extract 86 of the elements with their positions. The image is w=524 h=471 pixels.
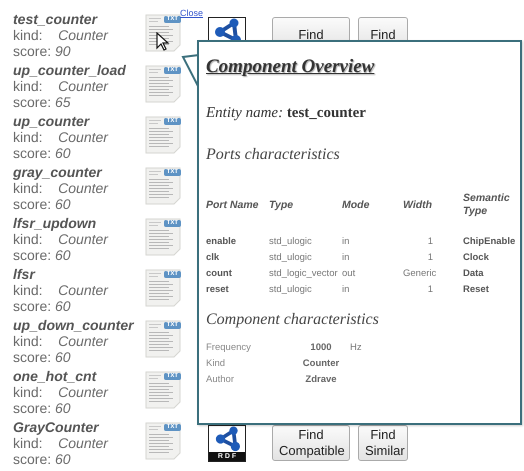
kind-label: kind: xyxy=(13,435,43,451)
property-label: Author xyxy=(206,373,235,387)
table-cell: Data xyxy=(463,268,484,279)
property-label: Kind xyxy=(206,357,226,371)
column-header: Port Name xyxy=(206,198,259,210)
kind-label: kind: xyxy=(13,129,43,145)
score-value: 60 xyxy=(55,145,71,161)
table-cell: std_ulogic xyxy=(269,284,312,295)
table-cell: in xyxy=(342,252,350,263)
score-value: 60 xyxy=(55,451,71,467)
component-name[interactable]: up_counter_load xyxy=(13,62,143,78)
kind-value: Counter xyxy=(58,180,108,196)
section-heading: Ports characteristics xyxy=(206,145,341,165)
kind-label: kind: xyxy=(13,78,43,94)
table-cell: 1 xyxy=(428,252,433,263)
table-cell: reset xyxy=(206,284,229,295)
score-label: score: xyxy=(13,43,52,59)
component-name[interactable]: lfsr_updown xyxy=(13,215,143,231)
table-cell: 1 xyxy=(428,284,433,295)
score-label: score: xyxy=(13,145,52,161)
popover-title: Component Overview xyxy=(206,56,374,79)
score-label: score: xyxy=(13,247,52,263)
find-similar-button[interactable]: Find Similar xyxy=(358,425,408,461)
kind-label: kind: xyxy=(13,231,43,247)
kind-label: kind: xyxy=(13,180,43,196)
kind-label: kind: xyxy=(13,27,43,43)
component-name[interactable]: one_hot_cnt xyxy=(13,368,143,384)
score-value: 60 xyxy=(55,349,71,365)
table-cell: in xyxy=(342,236,350,247)
column-header: Semantic Type xyxy=(463,192,511,218)
table-cell: enable xyxy=(206,236,236,247)
column-header: Type xyxy=(269,198,294,210)
component-name[interactable]: lfsr xyxy=(13,266,143,282)
table-cell: std_logic_vector xyxy=(269,268,338,279)
table-cell: out xyxy=(342,268,356,279)
kind-value: Counter xyxy=(58,384,108,400)
column-header: Mode xyxy=(342,198,370,210)
table-cell: 1 xyxy=(428,236,433,247)
component-name[interactable]: GrayCounter xyxy=(13,419,143,435)
entity-name: test_counter xyxy=(286,105,366,121)
property-value: 1000 xyxy=(309,341,333,355)
score-label: score: xyxy=(13,94,52,110)
kind-value: Counter xyxy=(58,27,108,43)
score-label: score: xyxy=(13,451,52,467)
property-unit: Hz xyxy=(350,341,362,355)
kind-label: kind: xyxy=(13,333,43,349)
score-label: score: xyxy=(13,196,52,212)
kind-value: Counter xyxy=(58,129,108,145)
kind-value: Counter xyxy=(58,435,108,451)
component-name[interactable]: test_counter xyxy=(13,11,143,27)
table-cell: ChipEnable xyxy=(463,236,516,247)
kind-value: Counter xyxy=(58,333,108,349)
score-label: score: xyxy=(13,349,52,365)
table-cell: Clock xyxy=(463,252,489,263)
score-value: 60 xyxy=(55,298,71,314)
table-cell: count xyxy=(206,268,232,279)
section-heading: Component characteristics xyxy=(206,310,380,330)
table-cell: Generic xyxy=(403,268,436,279)
kind-value: Counter xyxy=(58,282,108,298)
score-value: 90 xyxy=(55,43,71,59)
kind-value: Counter xyxy=(58,78,108,94)
find-compatible-button[interactable]: Find Compatible xyxy=(272,425,350,461)
property-label: Frequency xyxy=(206,341,252,355)
score-label: score: xyxy=(13,400,52,416)
component-name[interactable]: gray_counter xyxy=(13,164,143,180)
kind-label: kind: xyxy=(13,384,43,400)
mouse-cursor-icon xyxy=(156,32,170,52)
column-header: Width xyxy=(403,198,432,210)
entity-label: Entity name: xyxy=(206,105,284,121)
score-value: 60 xyxy=(55,400,71,416)
score-value: 60 xyxy=(55,196,71,212)
kind-label: kind: xyxy=(13,282,43,298)
component-name[interactable]: up_down_counter xyxy=(13,317,143,333)
kind-value: Counter xyxy=(58,231,108,247)
table-cell: in xyxy=(342,284,350,295)
table-cell: std_ulogic xyxy=(269,252,312,263)
score-label: score: xyxy=(13,298,52,314)
property-value: Counter xyxy=(302,357,340,371)
score-value: 65 xyxy=(55,94,71,110)
table-cell: clk xyxy=(206,252,220,263)
table-cell: std_ulogic xyxy=(269,236,312,247)
score-value: 60 xyxy=(55,247,71,263)
close-link[interactable]: Close xyxy=(180,7,204,20)
table-cell: Reset xyxy=(463,284,489,295)
property-value: Zdrave xyxy=(304,373,338,387)
component-name[interactable]: up_counter xyxy=(13,113,143,129)
